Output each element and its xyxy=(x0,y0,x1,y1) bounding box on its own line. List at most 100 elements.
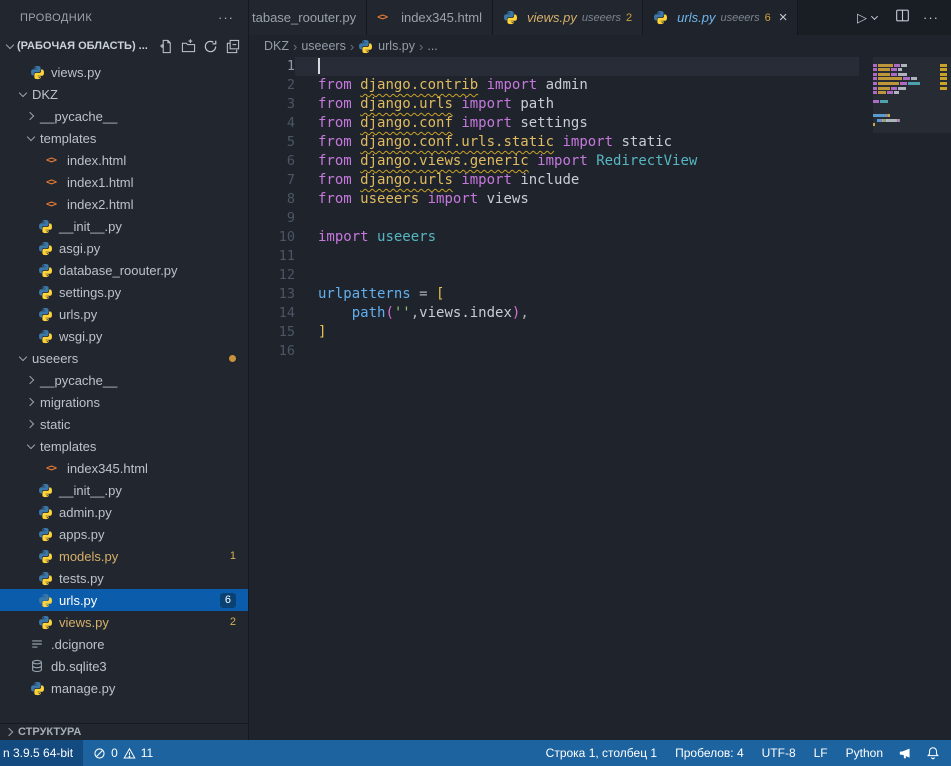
code-editor[interactable]: 12from django.contrib import admin3from … xyxy=(249,57,951,361)
language-mode[interactable]: Python xyxy=(837,746,892,760)
tree-item-__init__.py[interactable]: __init__.py xyxy=(0,479,248,501)
warning-count: 11 xyxy=(141,746,153,760)
breadcrumb-item[interactable]: DKZ xyxy=(264,39,289,53)
code-line[interactable]: 7from django.urls import include xyxy=(249,171,951,190)
html-icon: <> xyxy=(377,12,396,23)
code-line[interactable]: 16 xyxy=(249,342,951,361)
overview-ruler xyxy=(937,57,951,740)
chevron-down-icon xyxy=(16,351,30,365)
new-folder-button[interactable] xyxy=(181,39,196,54)
tree-item-models.py[interactable]: models.py1 xyxy=(0,545,248,567)
code-line[interactable]: 4from django.conf import settings xyxy=(249,114,951,133)
indentation[interactable]: Пробелов: 4 xyxy=(666,746,753,760)
tree-item-index345.html[interactable]: <>index345.html xyxy=(0,457,248,479)
new-file-button[interactable] xyxy=(159,39,174,54)
tree-item-tests.py[interactable]: tests.py xyxy=(0,567,248,589)
chevron-down-icon xyxy=(24,439,38,453)
close-tab-icon[interactable]: × xyxy=(779,9,788,26)
problems-status[interactable]: 0 11 xyxy=(83,746,163,760)
tree-item-asgi.py[interactable]: asgi.py xyxy=(0,237,248,259)
tree-item-database_roouter.py[interactable]: database_roouter.py xyxy=(0,259,248,281)
html-icon: <> xyxy=(46,155,65,166)
eol[interactable]: LF xyxy=(805,746,837,760)
bell-icon[interactable] xyxy=(919,746,951,760)
breadcrumb-item[interactable]: urls.py xyxy=(358,39,415,54)
explorer-actions xyxy=(159,39,240,54)
html-icon: <> xyxy=(46,177,65,188)
tree-item-__init__.py[interactable]: __init__.py xyxy=(0,215,248,237)
tree-item-index1.html[interactable]: <>index1.html xyxy=(0,171,248,193)
tree-item-templates[interactable]: templates xyxy=(0,435,248,457)
tree-item-wsgi.py[interactable]: wsgi.py xyxy=(0,325,248,347)
cursor-position[interactable]: Строка 1, столбец 1 xyxy=(537,746,666,760)
tree-item-templates[interactable]: templates xyxy=(0,127,248,149)
refresh-button[interactable] xyxy=(203,39,218,54)
tree-item-index2.html[interactable]: <>index2.html xyxy=(0,193,248,215)
code-line[interactable]: 9 xyxy=(249,209,951,228)
tree-item-db.sqlite3[interactable]: db.sqlite3 xyxy=(0,655,248,677)
collapse-all-button[interactable] xyxy=(225,39,240,54)
explorer-title: ПРОВОДНИК xyxy=(20,12,92,24)
code-line[interactable]: 1 xyxy=(249,57,951,76)
chevron-right-icon xyxy=(24,373,38,387)
tree-item-manage.py[interactable]: manage.py xyxy=(0,677,248,699)
tree-item-admin.py[interactable]: admin.py xyxy=(0,501,248,523)
chevron-down-icon xyxy=(24,131,38,145)
outline-section-header[interactable]: СТРУКТУРА xyxy=(0,723,248,740)
code-line[interactable]: 8from useeers import views xyxy=(249,190,951,209)
tree-item-views.py[interactable]: views.py xyxy=(0,61,248,83)
more-actions-button[interactable]: ··· xyxy=(923,10,939,25)
tab-urls.py[interactable]: urls.pyuseeers6× xyxy=(643,0,798,35)
tree-item-useeers[interactable]: useeers xyxy=(0,347,248,369)
problems-badge: 1 xyxy=(230,550,236,562)
split-editor-button[interactable] xyxy=(895,8,910,28)
tab-views.py[interactable]: views.pyuseeers2 xyxy=(493,0,643,35)
tree-item-__pycache__[interactable]: __pycache__ xyxy=(0,369,248,391)
code-line[interactable]: 13urlpatterns = [ xyxy=(249,285,951,304)
python-interpreter-status[interactable]: n 3.9.5 64-bit xyxy=(0,740,83,766)
breadcrumb-item[interactable]: ... xyxy=(427,39,437,53)
tree-item-settings.py[interactable]: settings.py xyxy=(0,281,248,303)
tab-index345.html[interactable]: <>index345.html xyxy=(367,0,493,35)
breadcrumb-item[interactable]: useeers xyxy=(301,39,345,53)
line-number: 3 xyxy=(249,95,295,114)
tree-item-index.html[interactable]: <>index.html xyxy=(0,149,248,171)
code-line[interactable]: 14 path('',views.index), xyxy=(249,304,951,323)
tree-item-__pycache__[interactable]: __pycache__ xyxy=(0,105,248,127)
code-line[interactable]: 2from django.contrib import admin xyxy=(249,76,951,95)
tree-item-apps.py[interactable]: apps.py xyxy=(0,523,248,545)
html-icon: <> xyxy=(46,199,65,210)
tree-item-label: urls.py xyxy=(59,307,97,322)
database-icon xyxy=(30,659,49,673)
code-line[interactable]: 15] xyxy=(249,323,951,342)
tree-item-urls.py[interactable]: urls.py xyxy=(0,303,248,325)
tree-item-label: db.sqlite3 xyxy=(51,659,107,674)
code-line[interactable]: 5from django.conf.urls.static import sta… xyxy=(249,133,951,152)
code-line[interactable]: 6from django.views.generic import Redire… xyxy=(249,152,951,171)
line-number: 10 xyxy=(249,228,295,247)
tree-item-static[interactable]: static xyxy=(0,413,248,435)
python-icon xyxy=(30,681,49,696)
run-button[interactable]: ▷ xyxy=(857,10,882,26)
tree-item-views.py[interactable]: views.py2 xyxy=(0,611,248,633)
code-line[interactable]: 10import useeers xyxy=(249,228,951,247)
chevron-separator: › xyxy=(293,39,297,54)
tree-item-urls.py[interactable]: urls.py6 xyxy=(0,589,248,611)
code-line[interactable]: 11 xyxy=(249,247,951,266)
python-icon xyxy=(503,10,522,25)
code-line[interactable]: 3from django.urls import path xyxy=(249,95,951,114)
tree-item-migrations[interactable]: migrations xyxy=(0,391,248,413)
tree-item-label: migrations xyxy=(40,395,100,410)
tree-item-label: .dcignore xyxy=(51,637,104,652)
code-line[interactable]: 12 xyxy=(249,266,951,285)
encoding[interactable]: UTF-8 xyxy=(753,746,805,760)
tree-item-.dcignore[interactable]: .dcignore xyxy=(0,633,248,655)
tree-item-DKZ[interactable]: DKZ xyxy=(0,83,248,105)
tab-label: views.py xyxy=(527,10,577,25)
workspace-section-header[interactable]: (РАБОЧАЯ ОБЛАСТЬ) ... xyxy=(0,35,248,57)
explorer-more-button[interactable]: ··· xyxy=(218,10,234,25)
vscode-window: ПРОВОДНИК ··· (РАБОЧАЯ ОБЛАСТЬ) ... view… xyxy=(0,0,951,740)
minimap[interactable] xyxy=(873,57,937,740)
megaphone-icon[interactable] xyxy=(892,747,919,760)
tab-tabase_roouter.py[interactable]: tabase_roouter.py xyxy=(249,0,367,35)
